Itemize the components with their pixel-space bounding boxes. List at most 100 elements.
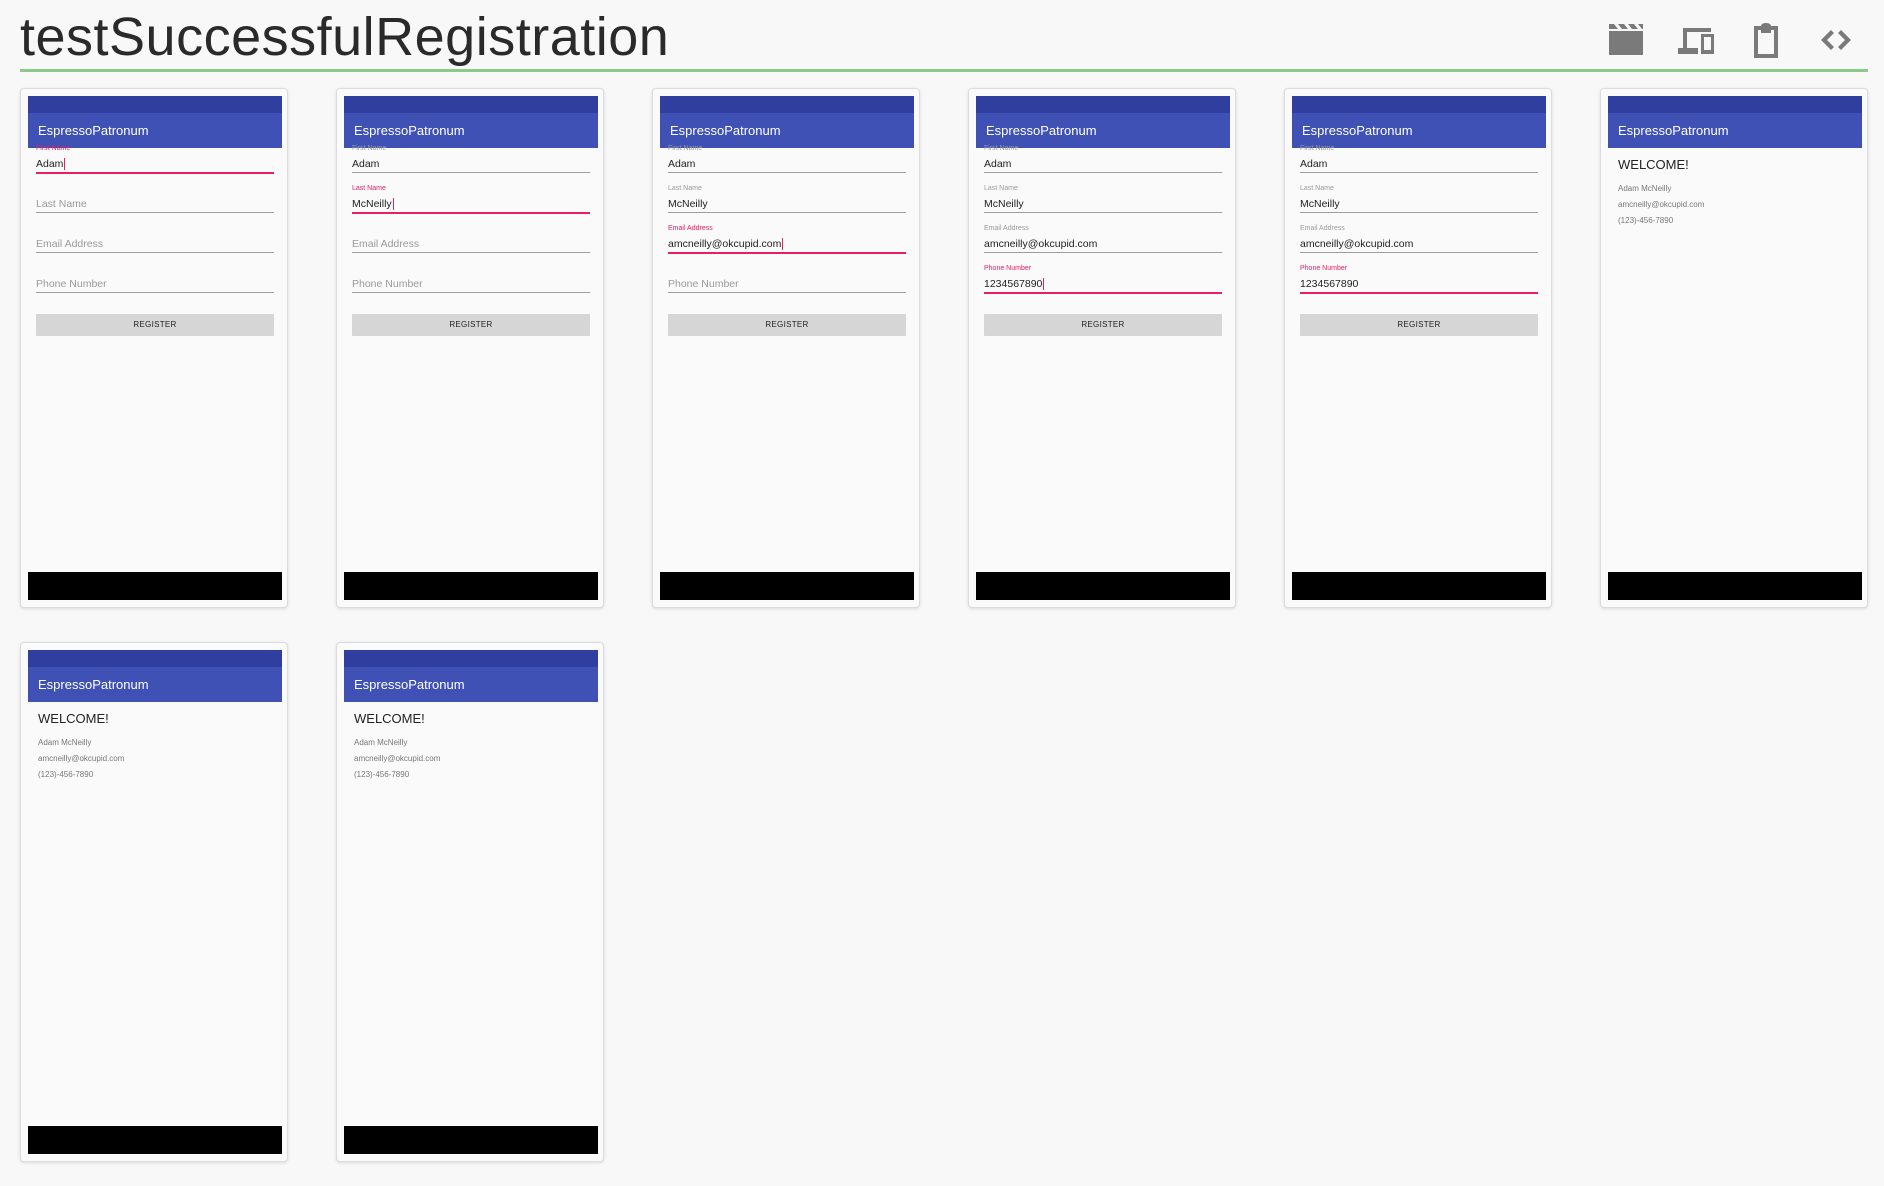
code-button[interactable]	[1814, 18, 1858, 62]
welcome-name: Adam McNeilly	[354, 738, 408, 747]
last-name-field[interactable]: Last Name McNeilly	[668, 185, 906, 221]
phone-placeholder: Phone Number	[668, 278, 739, 290]
welcome-phone: (123)-456-7890	[354, 770, 410, 779]
email-field[interactable]: Email Address amcneilly@okcupid.com	[668, 225, 906, 261]
first-name-value: Adam	[668, 158, 696, 170]
screenshot-8[interactable]: EspressoPatronum WELCOME! Adam McNeilly …	[336, 642, 604, 1162]
screenshot-5[interactable]: EspressoPatronum First Name Adam Last Na…	[1284, 88, 1552, 608]
devices-button[interactable]	[1674, 18, 1718, 62]
navigation-bar	[1292, 572, 1546, 600]
first-name-field[interactable]: First Name Adam	[984, 145, 1222, 181]
page-title: testSuccessfulRegistration	[20, 7, 670, 67]
clipboard-button[interactable]	[1744, 18, 1788, 62]
navigation-bar	[976, 572, 1230, 600]
last-name-value: McNeilly	[1300, 198, 1340, 210]
email-field[interactable]: Email Address amcneilly@okcupid.com	[1300, 225, 1538, 261]
register-button[interactable]: REGISTER	[668, 314, 906, 336]
email-placeholder: Email Address	[36, 238, 104, 250]
last-name-value: McNeilly	[668, 198, 708, 210]
first-name-field[interactable]: First Name Adam	[36, 145, 274, 181]
text-caret	[782, 238, 784, 251]
phone-field[interactable]: Phone Number	[668, 265, 906, 301]
text-caret	[64, 158, 66, 171]
welcome-phone: (123)-456-7890	[38, 770, 94, 779]
app-bar: EspressoPatronum	[1608, 113, 1862, 148]
register-button[interactable]: REGISTER	[1300, 314, 1538, 336]
text-caret	[392, 198, 394, 211]
welcome-email: amcneilly@okcupid.com	[1618, 200, 1705, 209]
first-name-value: Adam	[352, 158, 380, 170]
welcome-name: Adam McNeilly	[1618, 184, 1672, 193]
first-name-label: First Name	[984, 145, 1019, 152]
screenshot-1[interactable]: EspressoPatronum First Name Adam Last Na…	[20, 88, 288, 608]
status-bar	[1608, 96, 1862, 113]
email-field[interactable]: Email Address	[36, 225, 274, 261]
phone-label: Phone Number	[984, 265, 1032, 272]
email-value: amcneilly@okcupid.com	[984, 238, 1098, 250]
app-bar: EspressoPatronum	[28, 667, 282, 702]
first-name-value: Adam	[36, 158, 64, 170]
last-name-label: Last Name	[984, 185, 1018, 192]
last-name-label: Last Name	[668, 185, 702, 192]
email-field[interactable]: Email Address	[352, 225, 590, 261]
app-bar: EspressoPatronum	[1292, 113, 1546, 148]
phone-value: 1234567890	[984, 278, 1043, 290]
app-bar: EspressoPatronum	[28, 113, 282, 148]
screenshot-4[interactable]: EspressoPatronum First Name Adam Last Na…	[968, 88, 1236, 608]
welcome-title: WELCOME!	[354, 711, 425, 726]
last-name-label: Last Name	[1300, 185, 1334, 192]
app-bar: EspressoPatronum	[976, 113, 1230, 148]
phone-field[interactable]: Phone Number 1234567890	[984, 265, 1222, 301]
status-bar	[1292, 96, 1546, 113]
first-name-label: First Name	[352, 145, 387, 152]
phone-value: 1234567890	[1300, 278, 1359, 290]
screenshot-6[interactable]: EspressoPatronum WELCOME! Adam McNeilly …	[1600, 88, 1868, 608]
phone-field[interactable]: Phone Number 1234567890	[1300, 265, 1538, 301]
screenshot-7[interactable]: EspressoPatronum WELCOME! Adam McNeilly …	[20, 642, 288, 1162]
first-name-field[interactable]: First Name Adam	[668, 145, 906, 181]
email-placeholder: Email Address	[352, 238, 420, 250]
video-button[interactable]	[1604, 18, 1648, 62]
first-name-field[interactable]: First Name Adam	[352, 145, 590, 181]
navigation-bar	[660, 572, 914, 600]
last-name-field[interactable]: Last Name McNeilly	[1300, 185, 1538, 221]
phone-placeholder: Phone Number	[36, 278, 107, 290]
register-button[interactable]: REGISTER	[36, 314, 274, 336]
navigation-bar	[1608, 572, 1862, 600]
status-bar	[344, 96, 598, 113]
code-icon	[1821, 30, 1851, 50]
email-label: Email Address	[668, 225, 713, 232]
last-name-field[interactable]: Last Name	[36, 185, 274, 221]
last-name-field[interactable]: Last Name McNeilly	[984, 185, 1222, 221]
last-name-label: Last Name	[352, 185, 386, 192]
welcome-phone: (123)-456-7890	[1618, 216, 1674, 225]
first-name-field[interactable]: First Name Adam	[1300, 145, 1538, 181]
phone-placeholder: Phone Number	[352, 278, 423, 290]
first-name-value: Adam	[1300, 158, 1328, 170]
navigation-bar	[344, 572, 598, 600]
app-bar: EspressoPatronum	[660, 113, 914, 148]
first-name-value: Adam	[984, 158, 1012, 170]
screenshot-3[interactable]: EspressoPatronum First Name Adam Last Na…	[652, 88, 920, 608]
phone-field[interactable]: Phone Number	[352, 265, 590, 301]
welcome-title: WELCOME!	[38, 711, 109, 726]
app-bar: EspressoPatronum	[344, 113, 598, 148]
email-field[interactable]: Email Address amcneilly@okcupid.com	[984, 225, 1222, 261]
phone-field[interactable]: Phone Number	[36, 265, 274, 301]
status-bar	[660, 96, 914, 113]
navigation-bar	[28, 1126, 282, 1154]
toolbar	[1604, 18, 1858, 62]
clipboard-icon	[1754, 23, 1778, 58]
welcome-email: amcneilly@okcupid.com	[38, 754, 125, 763]
welcome-email: amcneilly@okcupid.com	[354, 754, 441, 763]
last-name-value: McNeilly	[352, 198, 392, 210]
last-name-placeholder: Last Name	[36, 198, 87, 210]
status-bar	[28, 650, 282, 667]
first-name-label: First Name	[668, 145, 703, 152]
screenshot-2[interactable]: EspressoPatronum First Name Adam Last Na…	[336, 88, 604, 608]
register-button[interactable]: REGISTER	[352, 314, 590, 336]
last-name-field[interactable]: Last Name McNeilly	[352, 185, 590, 221]
header: testSuccessfulRegistration	[20, 0, 1868, 72]
register-button[interactable]: REGISTER	[984, 314, 1222, 336]
phone-label: Phone Number	[1300, 265, 1348, 272]
